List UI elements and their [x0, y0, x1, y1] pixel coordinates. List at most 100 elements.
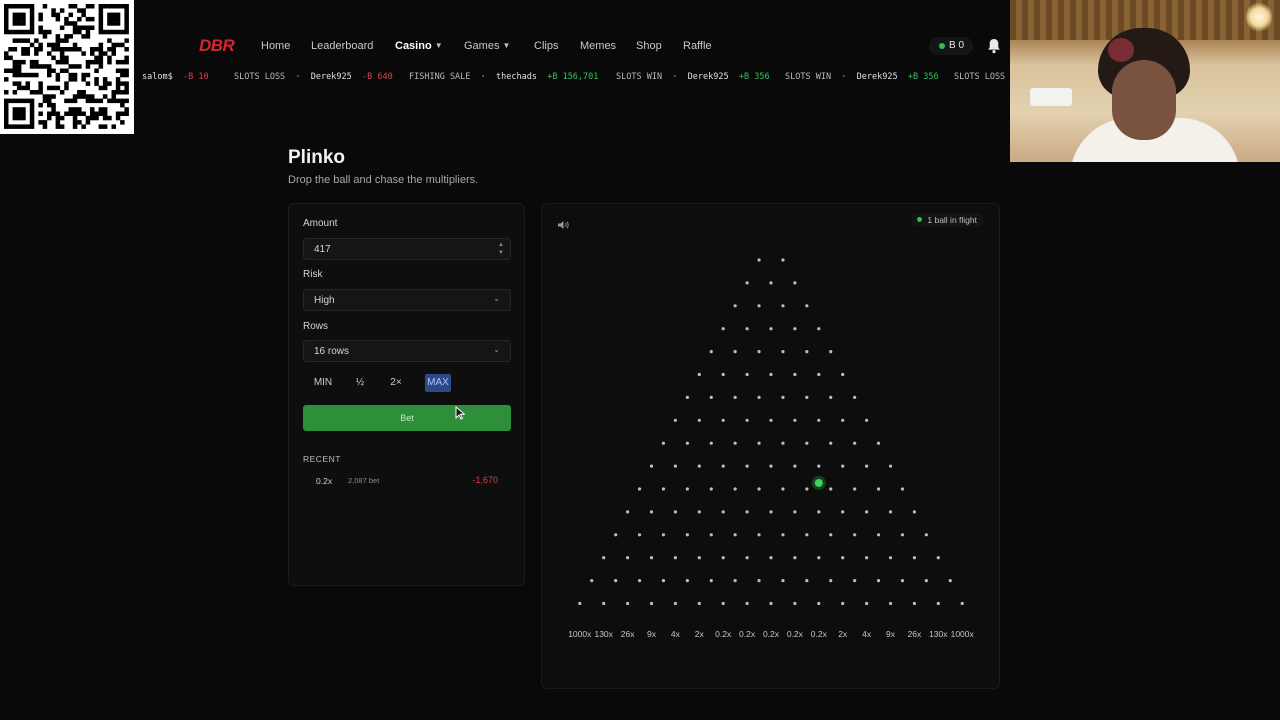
peg [853, 441, 857, 445]
peg [841, 556, 845, 560]
nav-item-leaderboard[interactable]: Leaderboard [311, 40, 373, 52]
peg [709, 533, 713, 537]
peg [697, 601, 701, 606]
peg [853, 395, 857, 399]
peg [745, 372, 749, 377]
peg [769, 281, 773, 285]
peg [733, 441, 737, 445]
multiplier-row: 1000x 130x 26x 9x 4x 2x 0.2x 0.2x 0.2x 0.2x 0.2x 2x… [542, 629, 1001, 643]
peg [649, 601, 654, 606]
half-button[interactable]: ½ [353, 374, 367, 392]
peg [888, 464, 893, 468]
risk-label: Risk [303, 269, 323, 280]
risk-select[interactable]: High ⌄ [303, 289, 511, 311]
peg [649, 510, 654, 514]
multiplier-slot: 4x [670, 629, 680, 639]
peg [733, 350, 737, 354]
peg [757, 441, 761, 445]
chevron-down-icon: ▼ [434, 41, 443, 50]
peg [936, 601, 940, 606]
peg [661, 579, 666, 583]
peg [637, 487, 642, 491]
peg [876, 533, 881, 537]
nav-item-casino[interactable]: Casino ▼ [395, 40, 443, 52]
peg [614, 533, 618, 537]
plinko-board: 1 ball in flight 1000x 130x 26x 9x 4x 2x 0.2x 0… [541, 203, 1000, 689]
peg [876, 579, 881, 583]
peg [685, 395, 689, 399]
ticker-entry: SLOTS LOSS · Derek925 -B 640 [234, 72, 393, 82]
multiplier-slot: 0.2x [810, 629, 827, 639]
peg [781, 533, 785, 537]
peg [602, 556, 606, 560]
peg [781, 395, 785, 399]
nav-item-raffle[interactable]: Raffle [683, 40, 712, 52]
peg [841, 510, 845, 514]
top-nav: DBR Home Leaderboard Casino ▼ Games ▼ Clip… [0, 30, 1010, 62]
nav-item-memes[interactable]: Memes [580, 40, 616, 52]
peg [829, 487, 833, 491]
ticker-entry: SLOTS LOSS [954, 72, 1006, 82]
nav-item-games[interactable]: Games ▼ [464, 40, 510, 52]
peg [721, 556, 725, 560]
amount-input[interactable]: 417 ▲ ▼ [303, 238, 511, 260]
peg [661, 441, 666, 445]
peg [757, 304, 761, 308]
mouse-cursor-icon [455, 405, 466, 420]
nav-item-home[interactable]: Home [261, 40, 290, 52]
nav-item-shop[interactable]: Shop [636, 40, 662, 52]
site-logo[interactable]: DBR [199, 36, 235, 56]
peg [793, 372, 797, 377]
peg [865, 601, 869, 606]
peg [829, 533, 833, 537]
peg [841, 418, 845, 422]
min-button[interactable]: MIN [312, 374, 334, 392]
peg [697, 372, 701, 377]
max-button[interactable]: MAX [425, 374, 451, 392]
peg [709, 441, 713, 445]
peg [757, 487, 761, 491]
peg [673, 601, 677, 606]
stepper-icon[interactable]: ▲ ▼ [498, 241, 504, 257]
peg [745, 281, 749, 285]
peg [661, 487, 666, 491]
bell-icon[interactable] [987, 38, 1001, 54]
multiplier-slot: 9x [647, 629, 656, 639]
recent-heading: RECENT [303, 454, 341, 464]
peg [673, 418, 677, 422]
balance-badge[interactable]: B 0 [929, 37, 973, 55]
peg [912, 510, 916, 514]
rows-select[interactable]: 16 rows ⌄ [303, 340, 511, 362]
peg [841, 464, 845, 468]
peg [697, 510, 701, 514]
ticker-entry: FISHING SALE · thechads +B 156,701 [409, 72, 599, 82]
peg [781, 441, 785, 445]
peg [841, 372, 845, 377]
peg [626, 601, 630, 606]
peg [817, 327, 821, 331]
peg [805, 350, 809, 354]
peg [805, 579, 809, 583]
peg [876, 441, 881, 445]
peg [793, 556, 797, 560]
peg [721, 372, 725, 377]
peg [721, 601, 725, 606]
peg [602, 601, 606, 606]
peg [793, 464, 797, 468]
multiplier-slot: 0.2x [786, 629, 803, 639]
peg [757, 533, 761, 537]
speaker-icon[interactable] [557, 217, 570, 229]
multiplier-slot: 0.2x [762, 629, 780, 639]
nav-item-clips[interactable]: Clips [534, 40, 558, 52]
peg [853, 487, 857, 491]
peg [781, 258, 785, 262]
balls-in-flight-badge: 1 ball in flight [911, 213, 984, 227]
peg [900, 487, 905, 491]
peg [817, 510, 821, 514]
multiplier-slot: 130x [594, 629, 613, 639]
peg [888, 601, 893, 606]
double-button[interactable]: 2× [387, 374, 405, 392]
bet-button[interactable]: Bet [303, 405, 511, 431]
multiplier-slot: 26x [907, 629, 922, 639]
peg [769, 327, 773, 331]
